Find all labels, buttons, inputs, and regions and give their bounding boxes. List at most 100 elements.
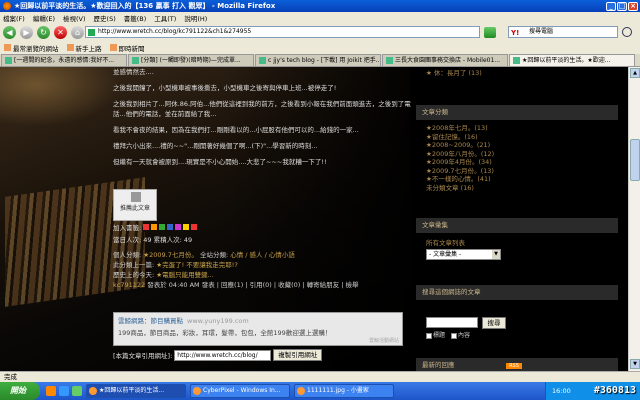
status-bar: 完成: [0, 371, 640, 382]
blog-search-button[interactable]: 搜尋: [482, 317, 506, 329]
search-input[interactable]: Y! 搜尋電腦: [508, 26, 618, 38]
ad-title[interactable]: 雲鯨網路：節目購買點: [118, 317, 183, 325]
tab-3[interactable]: c jjy's tech blog - [下載] 用 Joikit 把手...: [255, 54, 381, 66]
title-checkbox[interactable]: 標題: [426, 330, 445, 339]
album-select[interactable]: - 文章彙集 - ▼: [426, 249, 501, 260]
post-paragraph: 禮拜六小出來....禮的~~"...剛開著好幾個了啊...(下)"...學習新的…: [113, 142, 318, 150]
scroll-up-icon[interactable]: ▲: [630, 68, 640, 78]
firefox-launch-icon[interactable]: [46, 386, 56, 396]
post-paragraph: 之後我開鐘了，小型機車被事後撕去，小型機車之後寄與停車上班...被停走了!: [113, 84, 337, 92]
share-icon: [131, 192, 141, 202]
tab-2[interactable]: [分類] (一觸即發)(暗時期)—完成單...: [128, 54, 254, 66]
bookmark-service-icon[interactable]: [175, 224, 182, 230]
tab-5-active[interactable]: ★回歸以前平淡的生活。★歡迎...: [509, 54, 635, 66]
start-button[interactable]: 開始: [0, 382, 40, 400]
menu-bookmarks[interactable]: 書籤(B): [124, 13, 147, 23]
chevron-down-icon: ▼: [492, 250, 500, 259]
image-id-stamp: #360813: [593, 385, 636, 396]
post-paragraph: 並感情然去....: [113, 68, 154, 76]
blog-search-input[interactable]: [426, 317, 478, 328]
recommend-button[interactable]: 推薦此文章: [113, 189, 157, 221]
home-button[interactable]: ⌂: [71, 26, 84, 39]
ad-banner[interactable]: 雲鯨網路：節目購買點 www.yuny199.com 199商品，節目商品，彩妝，…: [113, 312, 403, 346]
sidebar-top-item[interactable]: ★ 休：長月了 (13): [426, 69, 482, 77]
blog-sidebar: ★ 休：長月了 (13) 文章分類 ★2008年七月。(13) ★留住記憶。(1…: [410, 67, 628, 371]
bookmark-most-visited[interactable]: 最常瀏覽的網站: [4, 43, 59, 53]
search-icon[interactable]: [622, 27, 632, 37]
bookmark-service-icon[interactable]: [159, 224, 166, 230]
tab-4[interactable]: 三長大食園團事務交換店 - Mobile01...: [382, 54, 508, 66]
personal-category-link[interactable]: ★2009.7七月份。: [143, 251, 198, 259]
taskbar: 開始 ★回歸以前平淡的生活... CyberPixel - Windows In…: [0, 382, 640, 400]
window-title: ★回歸以前平淡的生活。★歡迎回入的【136 贏事 打入 觀眾】 - Mozill…: [14, 2, 276, 10]
reload-button[interactable]: ↻: [37, 26, 50, 39]
previous-post-link[interactable]: ★完蛋了! 不要讓我走完耶!?: [156, 261, 238, 269]
ad-description: 199商品，節目商品，彩妝，耳環，髮帶，包包，全館199歡迎選上選購！: [118, 329, 332, 337]
site-category-link[interactable]: 心情 / 感人 / 心情小語: [230, 251, 295, 259]
menu-tools[interactable]: 工具(T): [154, 13, 176, 23]
stop-button[interactable]: ✕: [54, 26, 67, 39]
bookmarks-toolbar: 最常瀏覽的網站 新手上路 即時新聞: [0, 42, 640, 53]
site-favicon-icon: [88, 29, 95, 36]
taskbar-item-cyberpixel[interactable]: CyberPixel - Windows In...: [190, 384, 290, 398]
close-button[interactable]: ×: [628, 1, 638, 11]
author-link[interactable]: kc791122: [113, 281, 145, 289]
menu-view[interactable]: 檢視(V): [63, 13, 86, 23]
url-bar[interactable]: http://www.wretch.cc/blog/kc791122&ch1&2…: [85, 26, 480, 38]
desktop-icon[interactable]: [72, 386, 82, 396]
category-list: ★2008年七月。(13) ★留住記憶。(16) ★2008~2009。(21)…: [426, 124, 494, 192]
go-button[interactable]: [484, 27, 496, 38]
add-bookmark-row: 加入書籤:: [113, 222, 198, 232]
forward-button[interactable]: ▶: [20, 26, 33, 39]
bookmark-service-icon[interactable]: [143, 224, 150, 230]
copy-citation-button[interactable]: 複製引用網址: [273, 349, 323, 361]
bookmark-getting-started[interactable]: 新手上路: [66, 43, 102, 53]
bookmark-service-icon[interactable]: [167, 224, 174, 230]
bookmark-news[interactable]: 即時新聞: [109, 43, 145, 53]
search-options: 標題 內容: [426, 330, 470, 339]
scroll-down-icon[interactable]: ▼: [630, 359, 640, 369]
window-controls: _ □ ×: [606, 1, 638, 11]
page-content: 並感情然去.... 之後我開鐘了，小型機車被事後撕去，小型機車之後寄與停車上班.…: [0, 67, 628, 371]
menu-history[interactable]: 歷史(S): [94, 13, 116, 23]
menu-bar: 檔案(F) 編輯(E) 檢視(V) 歷史(S) 書籤(B) 工具(T) 說明(H…: [0, 12, 640, 23]
content-checkbox[interactable]: 內容: [451, 330, 470, 339]
bookmark-service-icon[interactable]: [183, 224, 190, 230]
minimize-button[interactable]: _: [606, 1, 616, 11]
bookmark-service-icon[interactable]: [151, 224, 158, 230]
vertical-scrollbar[interactable]: ▲ ▼: [628, 67, 640, 371]
back-button[interactable]: ◀: [3, 26, 16, 39]
bookmark-icon: [66, 44, 74, 51]
category-item[interactable]: 未分類文章 (16): [426, 184, 494, 193]
url-text: http://www.wretch.cc/blog/kc791122&ch1&2…: [98, 28, 252, 35]
yahoo-icon: Y!: [511, 29, 520, 37]
scroll-thumb[interactable]: [630, 139, 640, 181]
rss-feed-icon: [109, 44, 117, 51]
category-item[interactable]: ★不一樣的心情。(41): [426, 175, 494, 184]
rss-icon[interactable]: RSS: [506, 363, 522, 369]
tab-1[interactable]: [一週間的紀念，永遠的感情:我好不...: [1, 54, 127, 66]
category-item[interactable]: ★2009年八月份。(12): [426, 150, 494, 159]
ad-url[interactable]: www.yuny199.com: [187, 317, 249, 325]
tab-bar: [一週間的紀念，永遠的感情:我好不... [分類] (一觸即發)(暗時期)—完成…: [0, 54, 640, 67]
category-item[interactable]: ★2009年4月份。(34): [426, 158, 494, 167]
menu-edit[interactable]: 編輯(E): [33, 13, 55, 23]
category-item[interactable]: ★留住記憶。(16): [426, 133, 494, 142]
maximize-button[interactable]: □: [617, 1, 627, 11]
category-item[interactable]: ★2008年七月。(13): [426, 124, 494, 133]
post-paragraph: 看我不會夜的結果，因為在我們打...剛剛看以的...小屁股有他們可以的...給錢…: [113, 126, 359, 134]
taskbar-item-firefox[interactable]: ★回歸以前平淡的生活...: [86, 384, 186, 398]
category-heading: 文章分類: [416, 105, 618, 120]
citation-url-field[interactable]: http://www.wretch.cc/blog/: [174, 349, 272, 361]
category-item[interactable]: ★2009.7七月份。(13): [426, 167, 494, 176]
category-item[interactable]: ★2008~2009。(21): [426, 141, 494, 150]
menu-file[interactable]: 檔案(F): [3, 13, 25, 23]
menu-help[interactable]: 說明(H): [184, 13, 207, 23]
ad-footer: 雲鯨活動網站: [368, 338, 399, 344]
taskbar-item-paint[interactable]: 1111111.jpg - 小畫家: [294, 384, 394, 398]
bookmark-service-icon[interactable]: [191, 224, 198, 230]
post-actions[interactable]: 發表於 04:40 AM 發表 | 回應(1) | 引用(0) | 收藏(0) …: [147, 281, 358, 289]
post-paragraph: 之後我到相片了...阿休.86.阿伯...他們從這裡到我的前方，之後看到小報在我…: [113, 100, 411, 118]
history-today-link[interactable]: ★電腦只能用雙鍵...: [156, 271, 214, 279]
ie-launch-icon[interactable]: [59, 386, 69, 396]
